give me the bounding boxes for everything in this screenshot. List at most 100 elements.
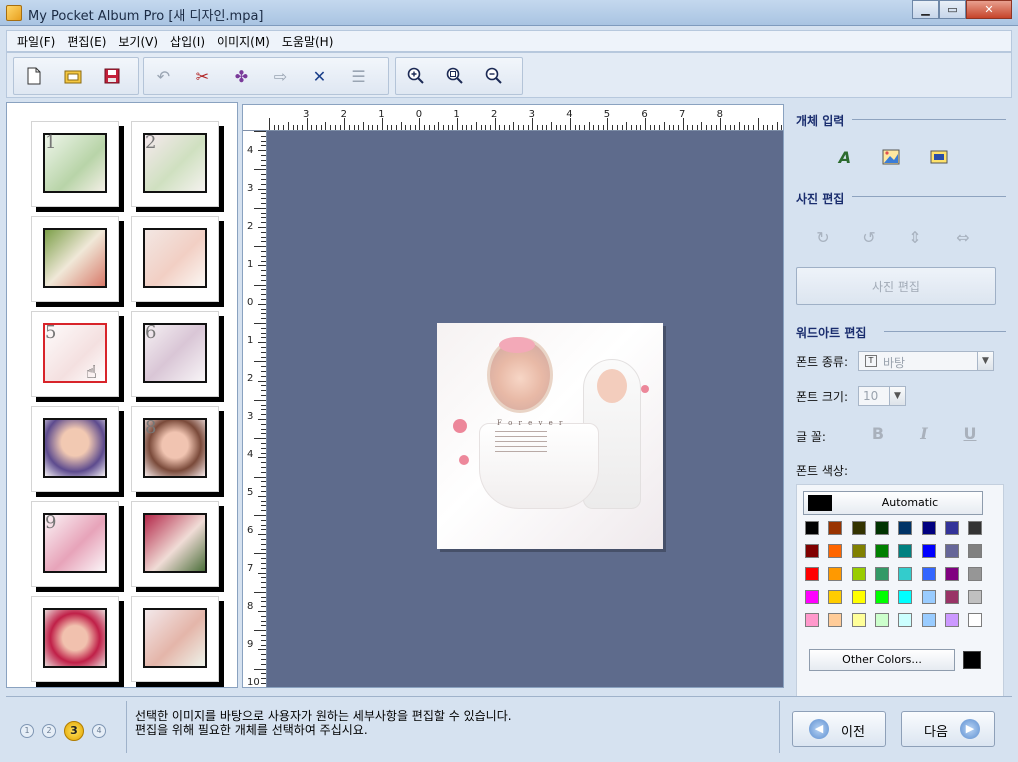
thumbnail-page-2[interactable]: 2	[131, 121, 219, 207]
color-swatch[interactable]	[805, 567, 819, 581]
new-document-icon[interactable]	[14, 58, 53, 94]
cut-icon[interactable]: ✂	[183, 58, 222, 94]
page-caption[interactable]: F o r e v e r	[497, 419, 564, 427]
export-icon[interactable]: ⇨	[261, 58, 300, 94]
color-swatch[interactable]	[921, 590, 936, 604]
font-type-select[interactable]: T 바탕 ▼	[858, 351, 994, 371]
color-swatch[interactable]	[968, 567, 983, 581]
insert-image-icon[interactable]	[878, 144, 904, 170]
color-swatch[interactable]	[898, 567, 913, 581]
color-swatch[interactable]	[921, 521, 936, 535]
font-size-select[interactable]: 10 ▼	[858, 386, 906, 406]
other-colors-button[interactable]: Other Colors...	[809, 649, 955, 671]
color-swatch[interactable]	[968, 590, 983, 604]
open-folder-icon[interactable]	[53, 58, 92, 94]
insert-frame-icon[interactable]	[926, 144, 952, 170]
color-swatch[interactable]	[828, 567, 843, 581]
color-swatch[interactable]	[851, 521, 866, 535]
album-page[interactable]: F o r e v e r	[437, 323, 663, 549]
menu-insert[interactable]: 삽입(I)	[164, 33, 211, 50]
color-swatch[interactable]	[828, 613, 843, 627]
thumbnail-page-7[interactable]	[31, 406, 119, 492]
previous-button[interactable]: ◀ 이전	[792, 711, 886, 747]
color-swatch[interactable]	[874, 567, 889, 581]
color-swatch[interactable]	[898, 521, 913, 535]
color-swatch[interactable]	[921, 567, 936, 581]
color-swatch[interactable]	[944, 521, 959, 535]
color-swatch[interactable]	[898, 544, 913, 558]
color-swatch[interactable]	[874, 521, 889, 535]
color-swatch[interactable]	[921, 544, 936, 558]
italic-button[interactable]: I	[912, 424, 936, 446]
color-swatch[interactable]	[944, 567, 959, 581]
thumbnail-page-5[interactable]: 5 ☝	[31, 311, 119, 397]
flip-vertical-icon[interactable]: ⇕	[902, 224, 928, 250]
photo-edit-button[interactable]: 사진 편집	[796, 267, 996, 305]
color-swatch[interactable]	[851, 613, 866, 627]
color-swatch[interactable]	[944, 544, 959, 558]
menu-view[interactable]: 보기(V)	[112, 33, 164, 50]
menu-image[interactable]: 이미지(M)	[211, 33, 276, 50]
color-swatch[interactable]	[968, 544, 983, 558]
minimize-button[interactable]: ▁	[912, 0, 939, 19]
thumbnail-page-11[interactable]	[31, 596, 119, 682]
wizard-step-4[interactable]: 4	[92, 724, 106, 738]
rotate-left-icon[interactable]: ↺	[856, 224, 882, 250]
underline-button[interactable]: U	[958, 424, 982, 446]
thumbnail-page-6[interactable]: 6	[131, 311, 219, 397]
color-swatch[interactable]	[874, 613, 889, 627]
next-button[interactable]: 다음 ▶	[901, 711, 995, 747]
thumbnail-page-10[interactable]	[131, 501, 219, 587]
thumbnail-page-1[interactable]: 1	[31, 121, 119, 207]
thumbnail-page-4[interactable]	[131, 216, 219, 302]
color-swatch[interactable]	[805, 613, 819, 627]
rotate-right-icon[interactable]: ↻	[810, 224, 836, 250]
color-swatch[interactable]	[851, 544, 866, 558]
thumbnail-page-9[interactable]: 9	[31, 501, 119, 587]
color-swatch[interactable]	[828, 544, 843, 558]
flip-horizontal-icon[interactable]: ⇔	[950, 224, 976, 250]
zoom-in-icon[interactable]	[396, 58, 435, 94]
menu-help[interactable]: 도움말(H)	[276, 33, 340, 50]
delete-icon[interactable]: ✕	[300, 58, 339, 94]
wizard-step-3[interactable]: 3	[64, 721, 84, 741]
color-swatch[interactable]	[968, 613, 983, 627]
thumbnail-number: 5	[45, 322, 57, 343]
color-swatch[interactable]	[944, 613, 959, 627]
color-swatch[interactable]	[968, 521, 983, 535]
color-swatch[interactable]	[828, 590, 843, 604]
bold-button[interactable]: B	[866, 424, 890, 446]
wizard-step-1[interactable]: 1	[20, 724, 34, 738]
color-swatch[interactable]	[805, 544, 819, 558]
thumbnail-page-3[interactable]	[31, 216, 119, 302]
current-color-swatch[interactable]	[963, 651, 981, 669]
ruler-tick	[579, 125, 581, 130]
color-swatch[interactable]	[921, 613, 936, 627]
zoom-out-icon[interactable]	[474, 58, 513, 94]
thumbnail-page-12[interactable]	[131, 596, 219, 682]
maximize-button[interactable]: ▭	[939, 0, 966, 19]
undo-icon[interactable]: ↶	[144, 58, 183, 94]
menu-file[interactable]: 파일(F)	[11, 33, 61, 50]
automatic-color-button[interactable]: Automatic	[803, 491, 983, 515]
color-swatch[interactable]	[851, 590, 866, 604]
color-swatch[interactable]	[874, 544, 889, 558]
puzzle-icon[interactable]: ✤	[222, 58, 261, 94]
color-swatch[interactable]	[874, 590, 889, 604]
color-swatch[interactable]	[851, 567, 866, 581]
menu-edit[interactable]: 편집(E)	[61, 33, 112, 50]
thumbnail-page-8[interactable]: 8	[131, 406, 219, 492]
list-icon[interactable]: ☰	[339, 58, 378, 94]
color-swatch[interactable]	[898, 613, 913, 627]
color-swatch[interactable]	[805, 590, 819, 604]
save-icon[interactable]	[92, 58, 131, 94]
zoom-fit-icon[interactable]	[435, 58, 474, 94]
close-button[interactable]: ✕	[966, 0, 1012, 19]
color-swatch[interactable]	[898, 590, 913, 604]
wizard-step-2[interactable]: 2	[42, 724, 56, 738]
insert-text-icon[interactable]: A	[832, 144, 858, 170]
color-swatch[interactable]	[805, 521, 819, 535]
color-swatch[interactable]	[944, 590, 959, 604]
ruler-label: 2	[247, 373, 254, 384]
color-swatch[interactable]	[828, 521, 843, 535]
